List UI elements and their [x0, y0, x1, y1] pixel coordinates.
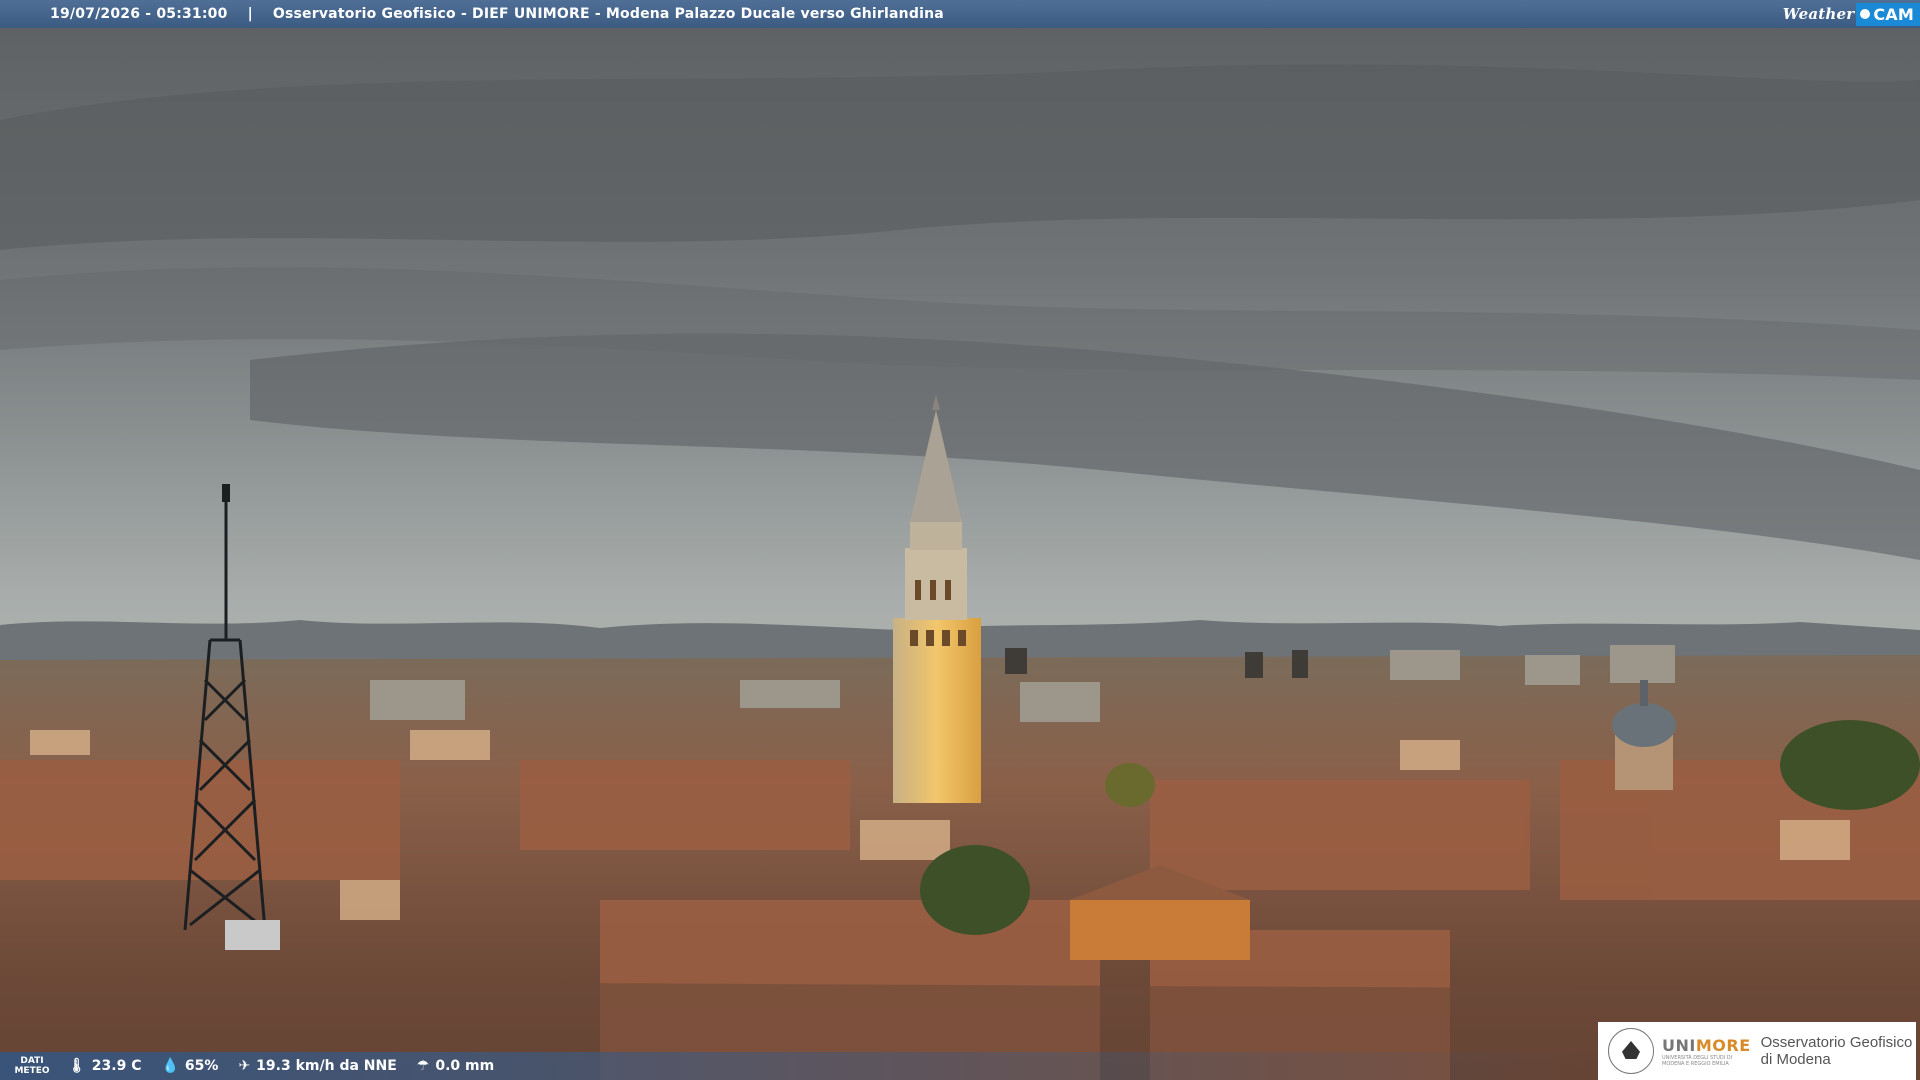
temperature-value: 23.9 C — [91, 1058, 142, 1074]
rain-value: 0.0 mm — [435, 1058, 495, 1074]
brand-cam-text: CAM — [1873, 4, 1914, 24]
wind-reading: ✈ 19.3 km/h da NNE — [238, 1058, 396, 1074]
humidity-drop-icon: 💧 — [161, 1058, 179, 1074]
caption-bar: 19/07/2026 - 05:31:00 | Osservatorio Geo… — [0, 0, 1920, 28]
humidity-reading: 💧 65% — [161, 1058, 218, 1074]
observatory-line-1: Osservatorio Geofisico — [1760, 1034, 1913, 1051]
caption-separator: | — [247, 6, 253, 22]
weather-data-bar: DATI METEO 🌡 23.9 C 💧 65% ✈ 19.3 km/h da… — [0, 1052, 1600, 1080]
rain-icon: ☂ — [416, 1058, 430, 1074]
unimore-suffix: MORE — [1695, 1035, 1751, 1055]
label-line-dati: DATI — [20, 1056, 44, 1066]
unimore-name: UNIMORE — [1662, 1036, 1751, 1055]
webcam-frame: 19/07/2026 - 05:31:00 | Osservatorio Geo… — [0, 0, 1920, 1080]
unimore-wordmark: UNIMORE UNIVERSITÀ DEGLI STUDI DI MODENA… — [1662, 1036, 1751, 1067]
unimore-subtitle: UNIVERSITÀ DEGLI STUDI DI MODENA E REGGI… — [1662, 1054, 1733, 1067]
university-seal-icon — [1608, 1028, 1654, 1074]
temperature-reading: 🌡 23.9 C — [68, 1058, 141, 1074]
camera-lens-icon — [1860, 9, 1871, 19]
timestamp: 19/07/2026 - 05:31:00 — [50, 6, 228, 22]
unimore-logo-panel: UNIMORE UNIVERSITÀ DEGLI STUDI DI MODENA… — [1598, 1022, 1916, 1080]
rain-reading: ☂ 0.0 mm — [417, 1058, 494, 1074]
brand-weather-text: Weather — [1782, 5, 1855, 23]
wind-value: 19.3 km/h da NNE — [256, 1058, 397, 1074]
label-line-meteo: METEO — [14, 1066, 50, 1076]
observatory-line-2: di Modena — [1760, 1051, 1831, 1068]
thermometer-icon: 🌡 — [68, 1058, 86, 1074]
brand-cam-badge: CAM — [1856, 2, 1920, 26]
observatory-name: Osservatorio Geofisico di Modena — [1761, 1034, 1913, 1068]
humidity-value: 65% — [184, 1058, 219, 1074]
wind-icon: ✈ — [238, 1058, 251, 1074]
weathercam-logo: Weather CAM — [1783, 0, 1920, 28]
location-title: Osservatorio Geofisico - DIEF UNIMORE - … — [272, 6, 944, 22]
webcam-image — [0, 0, 1920, 1080]
weather-data-label: DATI METEO — [14, 1056, 50, 1076]
unimore-prefix: UNI — [1662, 1035, 1696, 1055]
